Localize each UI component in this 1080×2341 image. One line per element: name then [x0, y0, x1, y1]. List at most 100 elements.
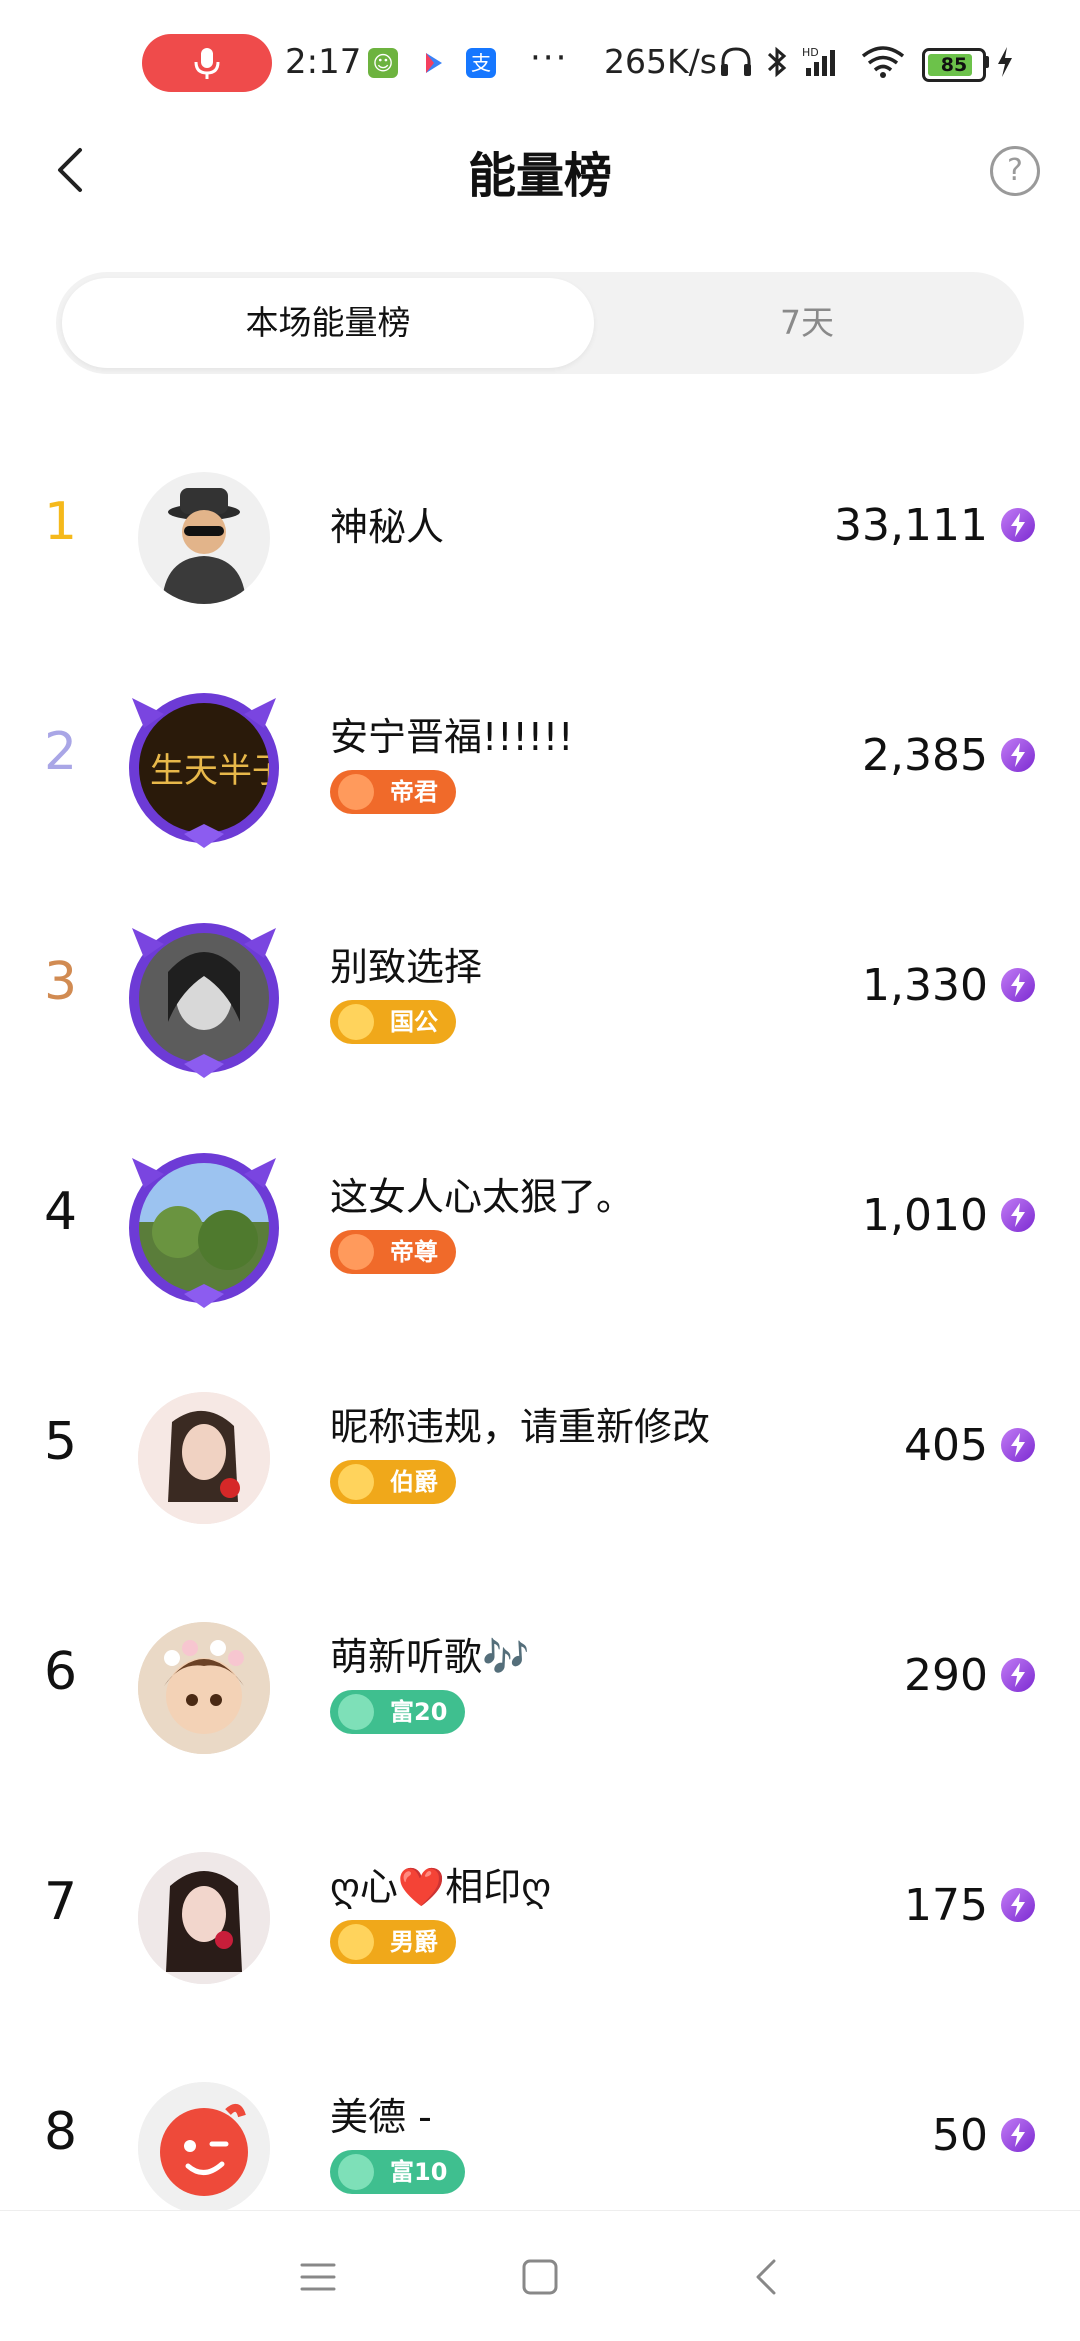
battery-cap: [984, 56, 989, 68]
avatar[interactable]: [124, 1148, 284, 1308]
tab-7-days[interactable]: 7天: [596, 278, 1018, 368]
play-store-icon: [418, 48, 448, 78]
list-item[interactable]: 4 这女人心太狠了。 帝尊 1,010: [0, 1100, 1080, 1330]
user-name: 美德 -: [330, 2095, 432, 2139]
energy-score: 2,385: [862, 730, 988, 781]
wifi-icon: [861, 46, 905, 78]
list-item[interactable]: 5 昵称违规，请重新修改 伯爵 405: [0, 1330, 1080, 1560]
rank-number: 6: [44, 1642, 78, 1702]
cartoon-avatar: [138, 1622, 270, 1754]
user-name: 别致选择: [330, 945, 483, 989]
badge-label: 富20: [390, 1698, 448, 1726]
portrait-avatar: [138, 1852, 270, 1984]
portrait-avatar: [138, 1392, 270, 1524]
system-navigation-bar: [0, 2210, 1080, 2341]
rank-emblem-icon: [338, 1464, 374, 1500]
energy-score: 405: [904, 1420, 988, 1471]
charging-icon: [998, 47, 1012, 77]
alipay-icon: 支: [466, 48, 496, 78]
wealth-level-icon: [338, 1694, 374, 1730]
energy-icon: [1001, 1888, 1035, 1922]
avatar[interactable]: [124, 1608, 284, 1768]
android-app-icon: ☺: [368, 48, 398, 78]
badge-label: 富10: [390, 2158, 448, 2186]
energy-icon: [1001, 1658, 1035, 1692]
user-name: 昵称违规，请重新修改: [330, 1405, 711, 1449]
home-icon[interactable]: [518, 2255, 562, 2299]
rank-number: 5: [44, 1412, 78, 1472]
energy-icon: [1001, 738, 1035, 772]
list-item[interactable]: 7 ღ心❤️相印ღ 男爵 175: [0, 1790, 1080, 2020]
level-badge: 男爵: [330, 1920, 456, 1964]
avatar[interactable]: [124, 1378, 284, 1538]
level-badge: 帝君: [330, 770, 456, 814]
ranking-tabs: 本场能量榜 7天: [56, 272, 1024, 374]
back-icon[interactable]: [746, 2255, 790, 2299]
list-item[interactable]: 1 神秘人 33,111: [0, 410, 1080, 640]
clock: 2:17: [285, 42, 362, 82]
status-bar: 2:17 ☺ 支 ··· 265K/s HD 85: [0, 0, 1080, 120]
energy-score: 33,111: [834, 500, 988, 551]
rank-number: 4: [44, 1182, 78, 1242]
microphone-icon: [194, 48, 220, 79]
badge-label: 帝尊: [390, 1238, 438, 1266]
tab-current-session[interactable]: 本场能量榜: [62, 278, 594, 368]
user-name: 这女人心太狠了。: [330, 1175, 635, 1219]
user-name: 神秘人: [330, 505, 445, 549]
energy-icon: [1001, 1428, 1035, 1462]
energy-icon: [1001, 508, 1035, 542]
page-title: 能量榜: [467, 148, 612, 204]
avatar[interactable]: [124, 458, 284, 618]
bluetooth-icon: [767, 46, 787, 78]
energy-score: 175: [904, 1880, 988, 1931]
help-icon[interactable]: ?: [990, 146, 1040, 196]
battery-icon: 85: [922, 48, 986, 82]
headphones-icon: [721, 47, 751, 76]
list-item[interactable]: 3 别致选择 国公 1,330: [0, 870, 1080, 1100]
header: 能量榜 ?: [0, 120, 1080, 220]
svg-text:HD: HD: [802, 46, 819, 59]
rank-emblem-icon: [338, 1004, 374, 1040]
purple-avatar-frame-icon: [129, 693, 279, 848]
level-badge: 富20: [330, 1690, 466, 1734]
rank-number: 7: [44, 1872, 78, 1932]
level-badge: 帝尊: [330, 1230, 456, 1274]
rank-number: 8: [44, 2102, 78, 2162]
energy-icon: [1001, 1198, 1035, 1232]
energy-icon: [1001, 2118, 1035, 2152]
user-name: 安宁晋福!!!!!!: [330, 715, 574, 759]
rank-number: 2: [44, 722, 78, 782]
badge-label: 国公: [390, 1008, 438, 1036]
energy-score: 1,330: [862, 960, 988, 1011]
list-item[interactable]: 6 萌新听歌🎶 富20 290: [0, 1560, 1080, 1790]
battery-percentage: 85: [940, 54, 968, 76]
level-badge: 国公: [330, 1000, 456, 1044]
rank-emblem-icon: [338, 1924, 374, 1960]
energy-score: 50: [932, 2110, 988, 2161]
avatar[interactable]: [124, 918, 284, 1078]
mystery-person-avatar: [138, 472, 270, 604]
rank-emblem-icon: [338, 1234, 374, 1270]
wealth-level-icon: [338, 2154, 374, 2190]
purple-avatar-frame-icon: [129, 1153, 279, 1308]
badge-label: 男爵: [390, 1928, 438, 1956]
rank-emblem-icon: [338, 774, 374, 810]
avatar[interactable]: 生天半子: [124, 688, 284, 848]
avatar[interactable]: [124, 1838, 284, 1998]
menu-icon[interactable]: [296, 2255, 340, 2299]
user-name: ღ心❤️相印ღ: [330, 1865, 552, 1909]
badge-label: 伯爵: [390, 1468, 438, 1496]
recording-indicator[interactable]: [142, 34, 272, 92]
rank-number: 1: [44, 492, 78, 552]
avatar[interactable]: [124, 2068, 284, 2228]
energy-icon: [1001, 968, 1035, 1002]
user-name: 萌新听歌🎶: [330, 1635, 530, 1679]
list-item[interactable]: 2 生天半子 安宁晋福!!!!!! 帝君 2,385: [0, 640, 1080, 870]
level-badge: 富10: [330, 2150, 466, 2194]
cellular-signal-icon: HD: [802, 46, 835, 76]
energy-score: 1,010: [862, 1190, 988, 1241]
level-badge: 伯爵: [330, 1460, 456, 1504]
rank-number: 3: [44, 952, 78, 1012]
default-avatar: [138, 2082, 270, 2214]
purple-avatar-frame-icon: [129, 923, 279, 1078]
